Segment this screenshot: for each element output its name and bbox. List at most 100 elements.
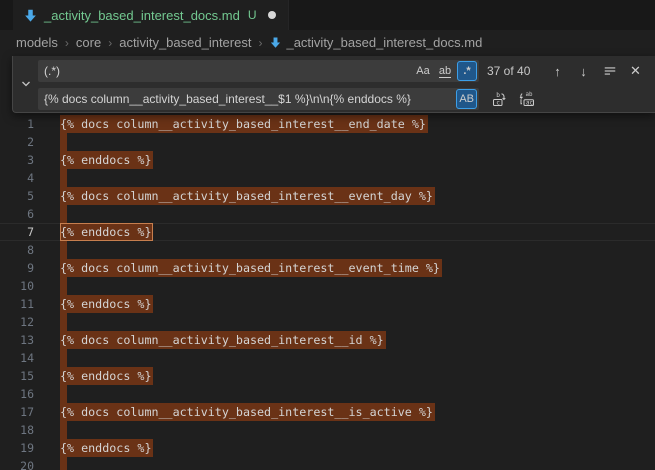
breadcrumb-item-core[interactable]: core: [76, 35, 101, 50]
line-number[interactable]: 9: [0, 259, 34, 277]
code-line[interactable]: 6: [0, 205, 655, 223]
line-number[interactable]: 11: [0, 295, 34, 313]
code-line[interactable]: 9 {% docs column__activity_based_interest…: [0, 259, 655, 277]
tab-bar: _activity_based_interest_docs.md U: [0, 0, 655, 30]
replace-input[interactable]: {% docs column__activity_based_interest_…: [38, 88, 479, 110]
empty-line-find-match: [60, 385, 67, 403]
line-number[interactable]: 18: [0, 421, 34, 439]
line-number[interactable]: 17: [0, 403, 34, 421]
code-line[interactable]: 13 {% docs column__activity_based_interes…: [0, 331, 655, 349]
replace-value: {% docs column__activity_based_interest_…: [44, 92, 456, 106]
toggle-replace-button[interactable]: [13, 56, 38, 112]
close-icon[interactable]: ✕: [625, 61, 646, 82]
svg-text:ac: ac: [526, 101, 533, 107]
editor-pane[interactable]: 1 {% docs column__activity_based_interest…: [0, 55, 655, 470]
find-match: {% enddocs %}: [60, 367, 153, 385]
markdown-file-icon: [23, 8, 38, 23]
code-line[interactable]: 19 {% enddocs %}: [0, 439, 655, 457]
code-content: {% enddocs %}: [60, 439, 655, 457]
regex-button[interactable]: .*: [457, 61, 477, 81]
chevron-down-icon: [20, 78, 32, 90]
code-line[interactable]: 2: [0, 133, 655, 151]
breadcrumb: models › core › activity_based_interest …: [0, 30, 655, 55]
code-content: {% docs column__activity_based_interest_…: [60, 331, 655, 349]
line-number[interactable]: 15: [0, 367, 34, 385]
breadcrumb-separator: ›: [65, 36, 69, 50]
line-number[interactable]: 6: [0, 205, 34, 223]
line-number[interactable]: 10: [0, 277, 34, 295]
code-line[interactable]: 12: [0, 313, 655, 331]
match-case-button[interactable]: Aa: [413, 61, 433, 81]
tab-active-file[interactable]: _activity_based_interest_docs.md U: [13, 0, 289, 30]
code-line[interactable]: 5 {% docs column__activity_based_interest…: [0, 187, 655, 205]
empty-line-find-match: [60, 241, 67, 259]
code-content: [60, 313, 655, 331]
code-content: [60, 241, 655, 259]
current-find-match: {% enddocs %}: [60, 223, 153, 241]
breadcrumb-item-models[interactable]: models: [16, 35, 58, 50]
breadcrumb-item-folder[interactable]: activity_based_interest: [119, 35, 251, 50]
find-match: {% enddocs %}: [60, 439, 153, 457]
code-content: [60, 133, 655, 151]
find-match: {% docs column__activity_based_interest_…: [60, 259, 442, 277]
empty-line-find-match: [60, 169, 67, 187]
code-content: {% enddocs %}: [60, 367, 655, 385]
next-match-button[interactable]: ↓: [573, 61, 594, 82]
line-number[interactable]: 1: [0, 115, 34, 133]
code-content: [60, 169, 655, 187]
code-content: {% docs column__activity_based_interest_…: [60, 187, 655, 205]
empty-line-find-match: [60, 421, 67, 439]
svg-text:c: c: [496, 99, 500, 106]
code-content: {% docs column__activity_based_interest_…: [60, 403, 655, 421]
empty-line-find-match: [60, 133, 67, 151]
code-line[interactable]: 20: [0, 457, 655, 470]
find-in-selection-icon[interactable]: [599, 61, 620, 82]
line-number[interactable]: 2: [0, 133, 34, 151]
find-match: {% enddocs %}: [60, 295, 153, 313]
find-match: {% docs column__activity_based_interest_…: [60, 331, 386, 349]
breadcrumb-file[interactable]: _activity_based_interest_docs.md: [286, 35, 482, 50]
code-line[interactable]: 18: [0, 421, 655, 439]
code-content: {% enddocs %}: [60, 295, 655, 313]
line-number[interactable]: 7: [0, 223, 34, 241]
code-content: [60, 349, 655, 367]
line-number[interactable]: 3: [0, 151, 34, 169]
svg-text:ab: ab: [525, 92, 532, 98]
empty-line-find-match: [60, 349, 67, 367]
preserve-case-button[interactable]: AB: [456, 89, 477, 109]
code-content: {% docs column__activity_based_interest_…: [60, 259, 655, 277]
previous-match-button[interactable]: ↑: [547, 61, 568, 82]
line-number[interactable]: 19: [0, 439, 34, 457]
line-number[interactable]: 8: [0, 241, 34, 259]
line-number[interactable]: 12: [0, 313, 34, 331]
line-number[interactable]: 14: [0, 349, 34, 367]
empty-line-find-match: [60, 277, 67, 295]
empty-line-find-match: [60, 313, 67, 331]
code-content: {% enddocs %}: [60, 151, 655, 169]
line-number[interactable]: 16: [0, 385, 34, 403]
replace-icon[interactable]: b c: [489, 89, 510, 110]
code-line[interactable]: 11 {% enddocs %}: [0, 295, 655, 313]
code-line[interactable]: 1{% docs column__activity_based_interest…: [0, 115, 655, 133]
line-number[interactable]: 20: [0, 457, 34, 470]
code-line[interactable]: 16: [0, 385, 655, 403]
line-number[interactable]: 5: [0, 187, 34, 205]
line-number[interactable]: 13: [0, 331, 34, 349]
code-line[interactable]: 15 {% enddocs %}: [0, 367, 655, 385]
code-line[interactable]: 4: [0, 169, 655, 187]
replace-all-icon[interactable]: ab ac: [516, 89, 537, 110]
whole-word-button[interactable]: ab: [435, 61, 455, 81]
empty-line-find-match: [60, 205, 67, 223]
find-match: {% enddocs %}: [60, 151, 153, 169]
code-content: [60, 385, 655, 403]
code-line[interactable]: 8: [0, 241, 655, 259]
modified-indicator-dot[interactable]: [268, 11, 276, 19]
code-line[interactable]: 14: [0, 349, 655, 367]
git-status-badge: U: [248, 8, 257, 22]
find-input[interactable]: (.*) Aa ab .*: [38, 60, 479, 82]
code-line[interactable]: 17 {% docs column__activity_based_interes…: [0, 403, 655, 421]
line-number[interactable]: 4: [0, 169, 34, 187]
code-line[interactable]: 10: [0, 277, 655, 295]
code-line[interactable]: 3 {% enddocs %}: [0, 151, 655, 169]
code-line[interactable]: 7 {% enddocs %}: [0, 223, 655, 241]
